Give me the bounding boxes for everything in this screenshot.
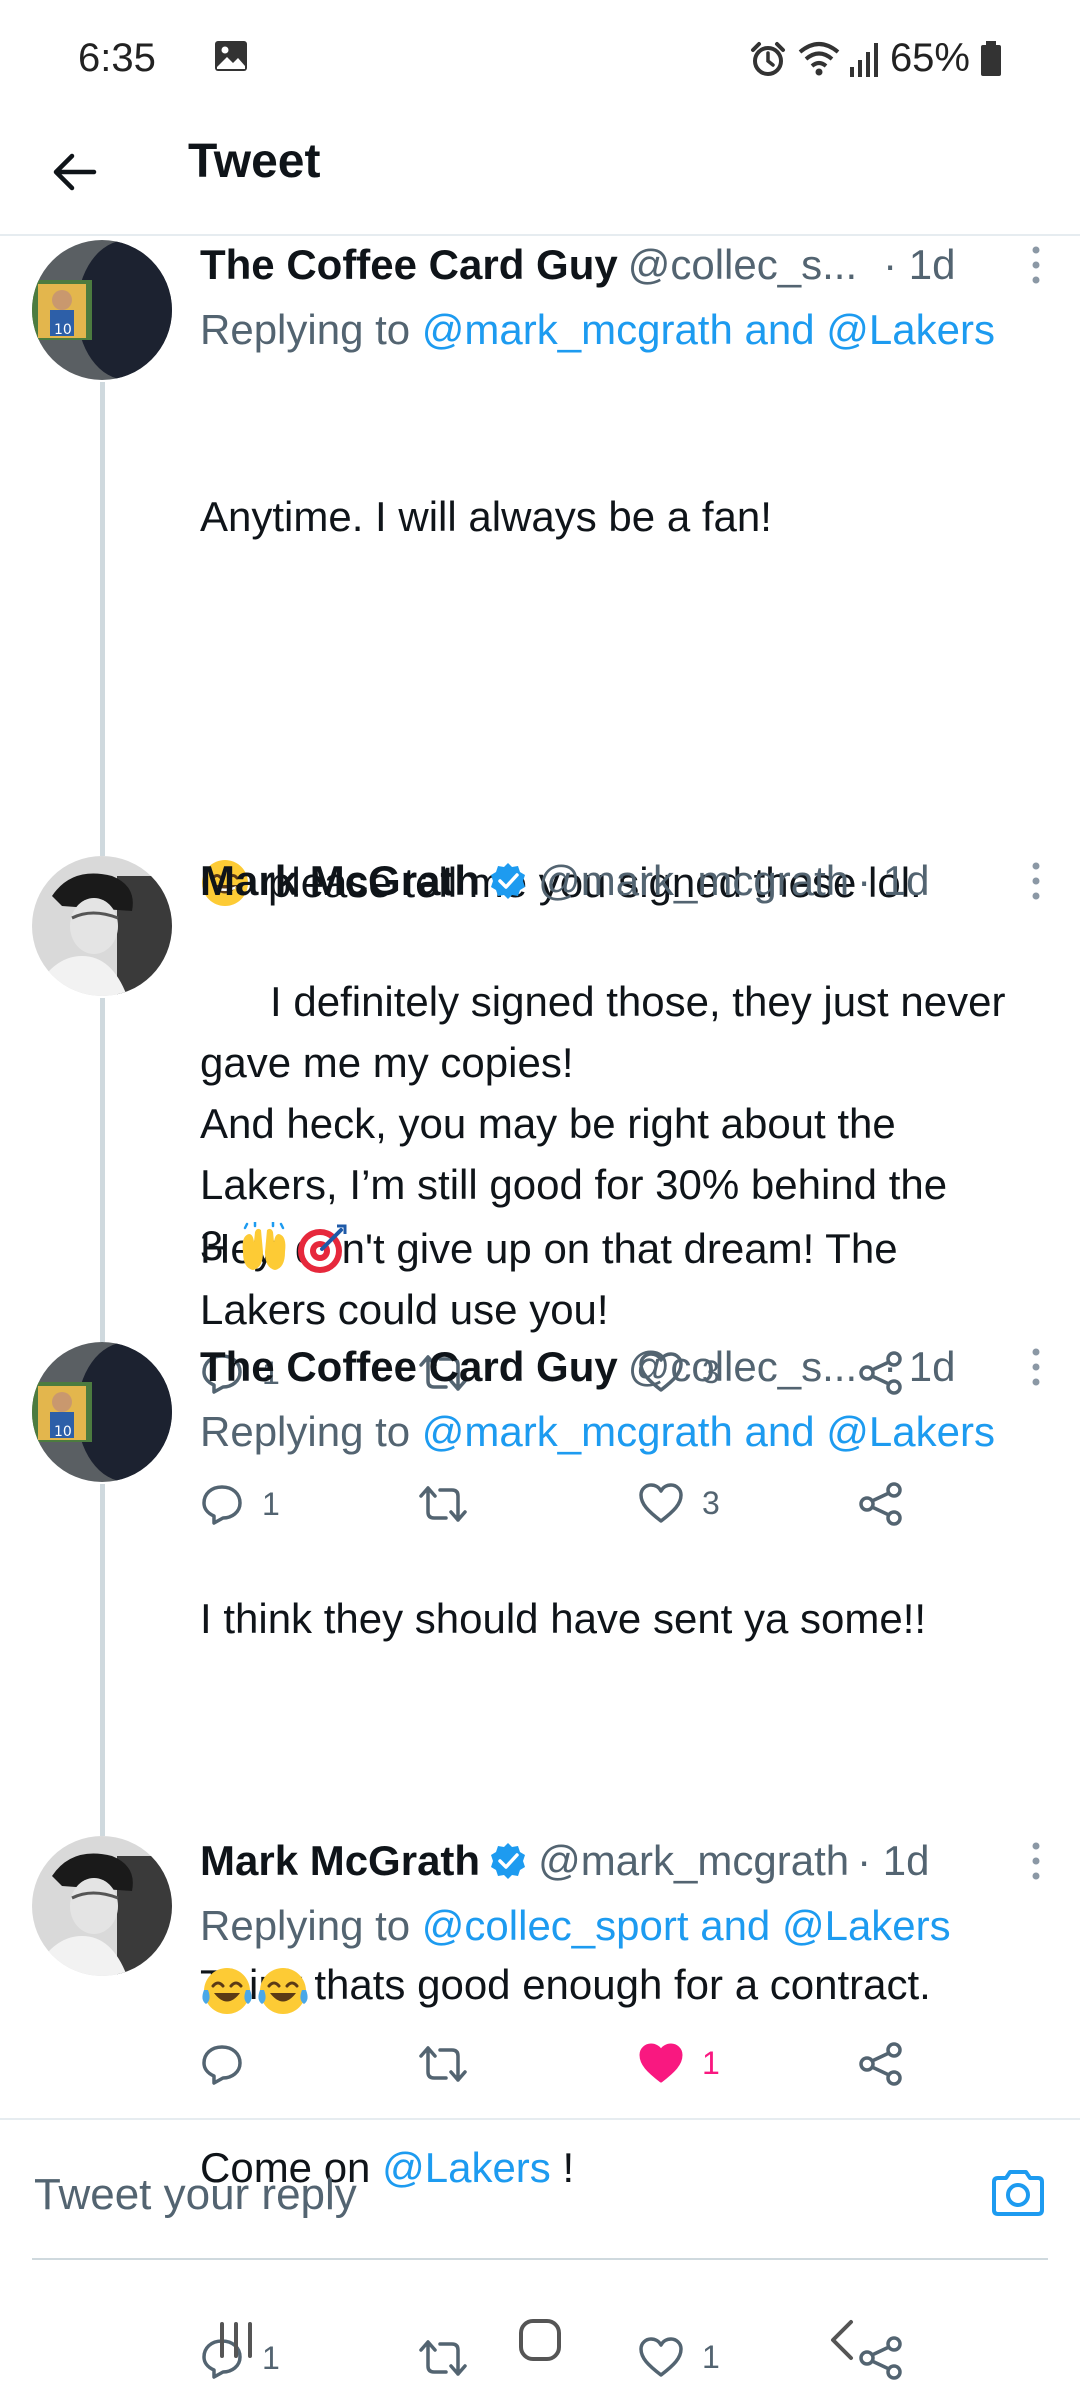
author-handle: @mark_mcgrath [538,1837,850,1884]
replying-to: Replying to @mark_mcgrath and @Lakers [200,1400,1050,1464]
author-name[interactable]: Mark McGrath [200,1837,480,1885]
author-name[interactable]: The Coffee Card Guy [200,1343,618,1391]
wifi-icon [798,41,840,75]
thread-line [100,1484,105,1824]
image-notification-icon [215,41,247,71]
svg-text:10: 10 [54,322,72,338]
camera-icon[interactable] [988,2164,1048,2224]
retweet-button[interactable] [418,2042,468,2086]
tweet-actions: 1 [200,2042,1050,2112]
reply-icon [202,2045,242,2085]
recent-apps-icon [220,2322,252,2358]
battery-percent: 65% [889,36,970,80]
tweet-header: Mark McGrath @mark_mcgrath · 1d [200,848,1050,914]
replying-mentions[interactable]: @mark_mcgrath and @Lakers [422,306,995,353]
tweet[interactable]: 10 The Coffee Card Guy @collec_s... · 1d… [0,232,1080,1526]
recent-apps-button[interactable] [206,2310,266,2370]
thread-line [100,1318,105,1342]
retweet-icon [419,2046,467,2082]
replying-mentions[interactable]: @mark_mcgrath and @Lakers [422,1408,995,1455]
share-icon [859,2042,902,2086]
verified-badge-icon [491,863,526,899]
author-name[interactable]: Mark McGrath [200,857,480,905]
signal-icon [849,42,878,77]
author-handle: @mark_mcgrath [538,857,850,904]
status-right: 65% [748,36,1002,81]
svg-text:10: 10 [54,1424,72,1440]
back-button[interactable] [42,140,106,204]
share-button[interactable] [858,2042,904,2086]
tweet-header: Mark McGrath @mark_mcgrath · 1d [200,1828,1050,1894]
tweet-text: I definitely signed those, they just nev… [200,910,1050,1337]
tweet-header: The Coffee Card Guy @collec_s... · 1d [200,1334,1050,1400]
system-back-button[interactable] [812,2310,872,2370]
more-options-icon[interactable] [1026,1838,1046,1884]
page-title: Tweet [188,135,321,188]
navigation-bar [0,2270,1080,2400]
chevron-left-icon [831,2320,853,2360]
tweet-text [200,1958,1050,2024]
tweet-line: Anytime. I will always be a fan! [200,493,772,540]
more-options-icon[interactable] [1026,242,1046,288]
tweet[interactable]: Mark McGrath @mark_mcgrath · 1d I defini… [0,832,1080,1395]
back-arrow-icon [53,153,97,191]
home-button[interactable] [510,2310,570,2370]
author-handle: @collec_s... [627,241,858,288]
thread-line [100,998,105,1338]
reply-button[interactable] [200,2042,244,2086]
replying-to: Replying to @mark_mcgrath and @Lakers [200,298,1050,362]
home-icon [519,2319,561,2361]
tweet-time: · 1d [883,241,956,288]
tears-of-joy-emoji-icon [258,1968,308,2014]
author-name[interactable]: The Coffee Card Guy [200,241,618,289]
replying-prefix: Replying to [200,1408,411,1455]
replying-prefix: Replying to [200,306,411,353]
raising-hands-emoji-icon [242,1221,286,1270]
thread-line [100,382,105,842]
tweet-time: · 1d [857,857,930,904]
avatar[interactable] [32,1836,172,1976]
like-button[interactable]: 1 [638,2042,720,2084]
replying-prefix: Replying to [200,1902,411,1949]
tweet-header: The Coffee Card Guy @collec_s... · 1d [200,232,1050,298]
status-bar: 6:35 65% [0,0,1080,120]
replying-to: Replying to @collec_sport and @Lakers [200,1894,1050,1958]
tweet[interactable]: Mark McGrath @mark_mcgrath · 1d Replying… [0,1818,1080,2118]
app-bar: Tweet [0,120,1080,236]
alarm-icon [750,41,785,76]
author-handle: @collec_s... [627,1343,858,1390]
avatar[interactable] [32,856,172,996]
bullseye-emoji-icon [298,1224,347,1273]
more-options-icon[interactable] [1026,1344,1046,1390]
avatar[interactable]: 10 [32,240,172,380]
tweet-time: · 1d [857,1837,930,1884]
tweet-time: · 1d [883,1343,956,1390]
like-count: 1 [702,2044,720,2081]
more-options-icon[interactable] [1026,858,1046,904]
thread-line [100,832,105,856]
tears-of-joy-emoji-icon [202,1968,252,2014]
avatar[interactable]: 10 [32,1342,172,1482]
tweet[interactable]: 10 The Coffee Card Guy @collec_s... · 1d… [0,1318,1080,2380]
battery-icon [981,40,1001,76]
replying-mentions[interactable]: @collec_sport and @Lakers [422,1902,951,1949]
status-time: 6:35 [78,36,156,80]
tweet-line: I think they should have sent ya some!! [200,1595,927,1642]
reply-composer [32,2140,1048,2260]
reply-input[interactable] [32,2158,936,2232]
heart-filled-icon [639,2043,683,2083]
divider [0,2118,1080,2120]
thread-line [100,1818,105,1836]
verified-badge-icon [491,1843,526,1879]
